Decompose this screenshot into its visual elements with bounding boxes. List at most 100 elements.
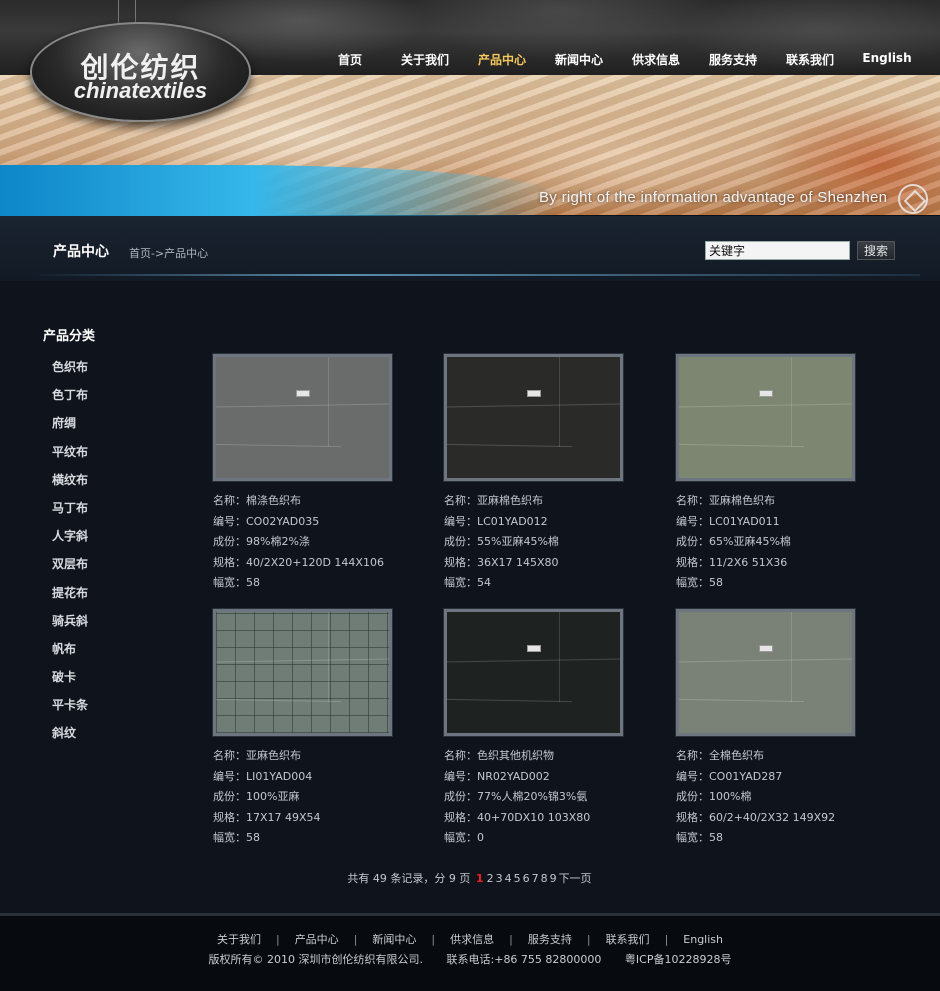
brand-emblem-icon: [898, 184, 928, 214]
footer-link-contact[interactable]: 联系我们: [606, 933, 650, 946]
product-spec: 规格：40+70DX10 103X80: [444, 810, 591, 824]
footer-link-about[interactable]: 关于我们: [217, 933, 261, 946]
footer-link-support[interactable]: 服务支持: [528, 933, 572, 946]
product-name[interactable]: 名称：全棉色织布: [676, 746, 866, 767]
copyright: 版权所有© 2010 深圳市创伦纺织有限公司.: [208, 953, 424, 966]
title-divider: [30, 274, 920, 276]
product-card: 名称：亚麻棉色织布 编号：LC01YAD011 成份：65%亚麻45%棉 规格：…: [676, 354, 866, 594]
sidebar-item-category[interactable]: 骑兵斜: [52, 612, 88, 640]
product-width: 幅宽：0: [444, 831, 484, 845]
product-name[interactable]: 名称：色织其他机织物: [444, 746, 634, 767]
product-spec: 规格：40/2X20+120D 144X106: [213, 555, 384, 569]
logo[interactable]: 创伦纺织 chinatextiles: [30, 22, 251, 122]
banner-slogan: By right of the information advantage of…: [539, 189, 888, 206]
footer-link-products[interactable]: 产品中心: [295, 933, 339, 946]
next-page-link[interactable]: 下一页: [559, 872, 592, 885]
page-link[interactable]: 5: [514, 872, 521, 885]
product-spec: 规格：17X17 49X54: [213, 810, 321, 824]
product-code: 编号：LI01YAD004: [213, 769, 313, 783]
nav-english[interactable]: English: [842, 51, 932, 71]
fabric-tag: [296, 390, 310, 397]
product-name[interactable]: 名称：亚麻棉色织布: [676, 491, 866, 512]
footer-link-news[interactable]: 新闻中心: [372, 933, 416, 946]
product-name[interactable]: 名称：棉涤色织布: [213, 491, 403, 512]
page-link[interactable]: 3: [496, 872, 503, 885]
sidebar-item-category[interactable]: 平纹布: [52, 443, 88, 471]
product-image[interactable]: [676, 354, 855, 481]
sidebar-item-category[interactable]: 提花布: [52, 584, 88, 612]
nav-home[interactable]: 首页: [320, 51, 380, 71]
nav-about[interactable]: 关于我们: [380, 51, 470, 71]
search-input[interactable]: [705, 241, 850, 260]
product-composition: 成份：77%人棉20%锦3%氨: [444, 790, 588, 804]
product-card: 名称：亚麻色织布 编号：LI01YAD004 成份：100%亚麻 规格：17X1…: [213, 609, 403, 849]
product-spec: 规格：36X17 145X80: [444, 555, 559, 569]
footer-link-english[interactable]: English: [683, 933, 723, 946]
footer-nav: 关于我们 | 产品中心 | 新闻中心 | 供求信息 | 服务支持 | 联系我们 | English: [216, 933, 724, 946]
page-link[interactable]: 4: [505, 872, 512, 885]
product-image[interactable]: [676, 609, 855, 736]
product-composition: 成份：55%亚麻45%棉: [444, 535, 559, 549]
page-link[interactable]: 6: [523, 872, 530, 885]
product-width: 幅宽：54: [444, 576, 491, 590]
nav-products[interactable]: 产品中心: [470, 51, 534, 71]
product-image[interactable]: [213, 354, 392, 481]
nav-support[interactable]: 服务支持: [688, 51, 778, 71]
sidebar-item-category[interactable]: 人字斜: [52, 527, 88, 555]
product-card: 名称：棉涤色织布 编号：CO02YAD035 成份：98%棉2%涤 规格：40/…: [213, 354, 403, 594]
page-current: 1: [475, 872, 484, 885]
page-link[interactable]: 9: [550, 872, 557, 885]
product-code: 编号：LC01YAD011: [676, 514, 780, 528]
product-name[interactable]: 名称：亚麻棉色织布: [444, 491, 634, 512]
sidebar-item-category[interactable]: 帆布: [52, 640, 88, 668]
product-image[interactable]: [444, 609, 623, 736]
page-link[interactable]: 7: [532, 872, 539, 885]
product-width: 幅宽：58: [676, 831, 723, 845]
product-width: 幅宽：58: [213, 576, 260, 590]
nav-news[interactable]: 新闻中心: [534, 51, 624, 71]
product-name[interactable]: 名称：亚麻色织布: [213, 746, 403, 767]
search-button[interactable]: 搜索: [857, 241, 895, 260]
product-composition: 成份：98%棉2%涤: [213, 535, 310, 549]
sidebar-item-category[interactable]: 府绸: [52, 414, 88, 442]
page-link[interactable]: 2: [487, 872, 494, 885]
icp-number[interactable]: 粤ICP备10228928号: [625, 953, 732, 966]
page-title: 产品中心: [53, 244, 109, 260]
product-code: 编号：LC01YAD012: [444, 514, 548, 528]
footer-info: 版权所有© 2010 深圳市创伦纺织有限公司. 联系电话:+86 755 828…: [0, 951, 940, 967]
product-card: 名称：色织其他机织物 编号：NR02YAD002 成份：77%人棉20%锦3%氨…: [444, 609, 634, 849]
product-image[interactable]: [213, 609, 392, 736]
product-width: 幅宽：58: [213, 831, 260, 845]
product-info: 名称：色织其他机织物 编号：NR02YAD002 成份：77%人棉20%锦3%氨…: [444, 746, 634, 849]
category-list: 色织布 色丁布 府绸 平纹布 横纹布 马丁布 人字斜 双层布 提花布 骑兵斜 帆…: [52, 358, 88, 753]
nav-contact[interactable]: 联系我们: [778, 51, 842, 71]
product-info: 名称：亚麻棉色织布 编号：LC01YAD011 成份：65%亚麻45%棉 规格：…: [676, 491, 866, 594]
pagination-summary: 共有 49 条记录，分 9 页: [347, 872, 471, 885]
nav-supply[interactable]: 供求信息: [624, 51, 688, 71]
product-info: 名称：亚麻色织布 编号：LI01YAD004 成份：100%亚麻 规格：17X1…: [213, 746, 403, 849]
breadcrumb[interactable]: 首页->产品中心: [129, 245, 208, 261]
main-nav: 首页 关于我们 产品中心 新闻中心 供求信息 服务支持 联系我们 English: [320, 51, 940, 71]
contact-phone: 联系电话:+86 755 82800000: [446, 953, 602, 966]
product-composition: 成份：100%亚麻: [213, 790, 300, 804]
product-spec: 规格：11/2X6 51X36: [676, 555, 788, 569]
product-info: 名称：亚麻棉色织布 编号：LC01YAD012 成份：55%亚麻45%棉 规格：…: [444, 491, 634, 594]
logo-english: chinatextiles: [73, 78, 208, 103]
sidebar-item-category[interactable]: 平卡条: [52, 696, 88, 724]
product-code: 编号：NR02YAD002: [444, 769, 550, 783]
sidebar-item-category[interactable]: 马丁布: [52, 499, 88, 527]
sidebar-item-category[interactable]: 色丁布: [52, 386, 88, 414]
site-header: By right of the information advantage of…: [0, 0, 940, 216]
product-code: 编号：CO01YAD287: [676, 769, 783, 783]
sidebar-item-category[interactable]: 双层布: [52, 555, 88, 583]
page-link[interactable]: 8: [541, 872, 548, 885]
site-footer: 关于我们 | 产品中心 | 新闻中心 | 供求信息 | 服务支持 | 联系我们 | English 版权…: [0, 913, 940, 991]
product-image[interactable]: [444, 354, 623, 481]
sidebar-item-category[interactable]: 破卡: [52, 668, 88, 696]
sidebar-item-category[interactable]: 横纹布: [52, 471, 88, 499]
product-spec: 规格：60/2+40/2X32 149X92: [676, 810, 836, 824]
product-info: 名称：全棉色织布 编号：CO01YAD287 成份：100%棉 规格：60/2+…: [676, 746, 866, 849]
footer-link-supply[interactable]: 供求信息: [450, 933, 494, 946]
sidebar-item-category[interactable]: 色织布: [52, 358, 88, 386]
sidebar-item-category[interactable]: 斜纹: [52, 724, 88, 752]
